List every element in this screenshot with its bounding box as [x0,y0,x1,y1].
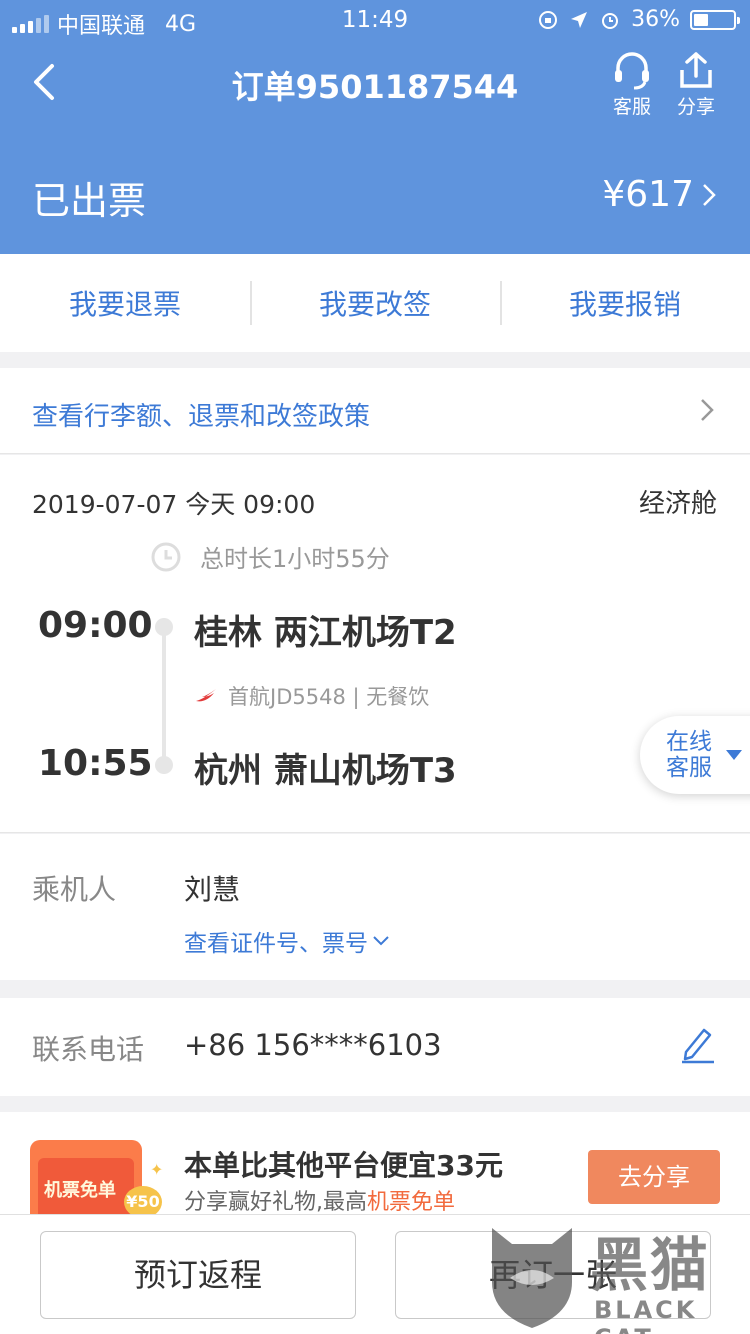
departure-airport: 桂林 两江机场T2 [194,613,457,653]
go-share-button[interactable]: 去分享 [588,1150,720,1204]
view-id-ticket-link[interactable]: 查看证件号、票号 [184,924,390,958]
clock-icon [151,542,181,571]
triangle-down-icon [726,750,742,760]
flight-card: 2019-07-07 今天 09:00 经济舱 总时长1小时55分 09:00 … [0,455,750,833]
promo-title: 本单比其他平台便宜33元 [184,1149,503,1182]
order-price[interactable]: ¥617 [602,174,716,215]
promo-highlight: 机票免单 [367,1190,456,1215]
promo-subtitle: 分享赢好礼物,最高机票免单 [184,1184,455,1216]
flight-info: 首航JD5548 | 无餐饮 [194,681,429,711]
policy-row[interactable]: 查看行李额、退票和改签政策 [0,368,750,454]
change-ticket-button[interactable]: 我要改签 [250,281,500,325]
order-header: 中国联通 4G 11:49 36% 订单9501187544 客服 分享 已出票… [0,0,750,254]
chevron-down-icon [373,936,389,946]
contact-section: 联系电话 +86 156****6103 [0,998,750,1096]
service-label: 客服 [612,96,651,118]
airline-logo-icon [196,689,216,702]
view-id-ticket-text: 查看证件号、票号 [184,931,368,957]
arrival-airport: 杭州 萧山机场T3 [194,751,457,791]
promo-image-tag: 机票免单 [44,1180,116,1201]
price-value: ¥617 [602,174,694,215]
online-service-button[interactable]: 在线客服 [640,716,750,794]
reimburse-button[interactable]: 我要报销 [500,281,750,325]
passenger-label: 乘机人 [32,873,117,906]
timeline-line [162,627,166,767]
book-return-button[interactable]: 预订返程 [40,1231,356,1319]
ticket-status-row[interactable]: 已出票 ¥617 [0,170,750,230]
chevron-right-icon [701,399,714,421]
flight-number: 首航JD5548 | 无餐饮 [228,685,430,709]
customer-service-button[interactable]: 客服 [602,50,662,119]
bottom-bar: 预订返程 再订一张 [0,1214,750,1334]
location-icon [571,11,588,28]
flight-duration: 总时长1小时55分 [150,539,390,574]
share-button[interactable]: 分享 [666,50,726,119]
book-again-button[interactable]: 再订一张 [395,1231,711,1319]
rotation-lock-icon [539,10,558,29]
sparkle-icon: ✦ [150,1160,164,1179]
passenger-name: 刘慧 [184,873,241,906]
flight-date: 2019-07-07 今天 09:00 [32,490,316,519]
arrival-time: 10:55 [38,743,153,784]
cabin-class: 经济舱 [638,489,717,519]
contact-label: 联系电话 [32,1033,145,1066]
refund-button[interactable]: 我要退票 [0,283,250,323]
battery-icon [690,9,740,30]
departure-dot [155,618,173,636]
chevron-right-icon [703,183,716,206]
online-service-label: 在线客服 [666,729,712,781]
duration-text: 总时长1小时55分 [200,545,390,573]
ticket-status: 已出票 [32,179,147,223]
departure-time: 09:00 [38,605,153,646]
nav-bar: 订单9501187544 客服 分享 [0,44,750,124]
arrival-dot [155,756,173,774]
contact-phone: +86 156****6103 [184,1028,442,1062]
promo-image: 机票免单 [30,1140,142,1222]
passenger-section: 乘机人 刘慧 查看证件号、票号 [0,834,750,980]
battery-percent: 36% [631,7,680,32]
alarm-icon [602,12,619,29]
status-bar: 中国联通 4G 11:49 36% [0,0,750,40]
edit-pencil-icon[interactable] [680,1024,716,1064]
share-icon [680,52,712,88]
order-actions: 我要退票 我要改签 我要报销 [0,254,750,352]
promo-subtitle-text: 分享赢好礼物,最高 [184,1190,367,1215]
share-label: 分享 [676,96,715,118]
headset-icon [615,52,649,90]
promo-banner: 机票免单 本单比其他平台便宜33元 分享赢好礼物,最高机票免单 去分享 [0,1112,750,1222]
policy-link[interactable]: 查看行李额、退票和改签政策 [32,396,370,433]
